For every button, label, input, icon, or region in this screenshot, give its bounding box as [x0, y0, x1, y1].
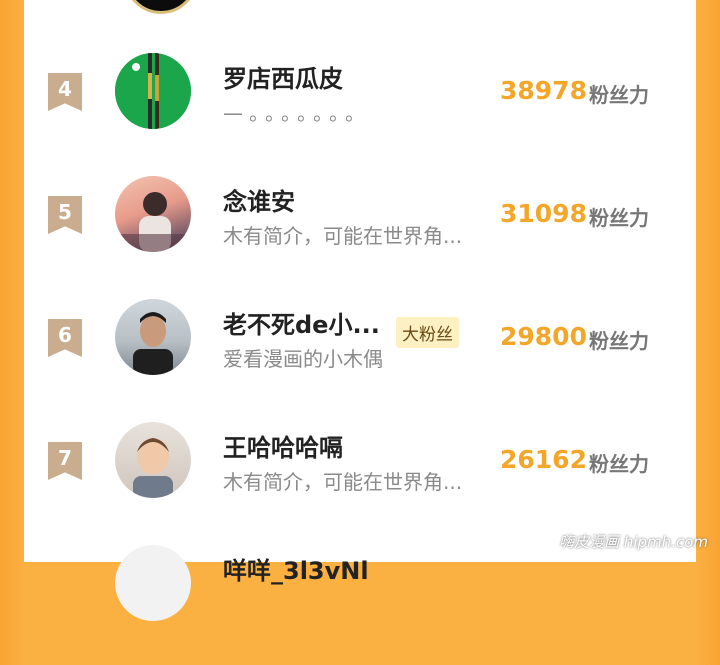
user-description: 木有简介，可能在世界角... — [223, 470, 463, 494]
user-name[interactable]: 念谁安 — [223, 182, 295, 217]
fan-power-unit: 粉丝力 — [589, 83, 649, 107]
avatar[interactable] — [115, 299, 191, 375]
fan-power-score: 29800 — [500, 322, 587, 351]
watermark: 嗨皮漫画 hipmh.com — [559, 533, 708, 551]
fan-power-score: 31098 — [500, 199, 587, 228]
user-name[interactable]: 咩咩_3l3vNl — [223, 551, 369, 586]
snooker-cue-icon — [115, 53, 191, 129]
rank-badge: 6 — [48, 319, 82, 357]
user-name[interactable]: 老不死de小... — [223, 305, 380, 340]
avatar[interactable] — [115, 53, 191, 129]
fans-ranking-panel: 4 罗店西瓜皮 —。。。。。。。 38978 粉丝力 5 念谁安 木有简介，可能… — [24, 0, 696, 621]
fan-power-unit: 粉丝力 — [589, 452, 649, 476]
user-description: 木有简介，可能在世界角... — [223, 224, 463, 248]
baby-photo-icon — [133, 438, 173, 498]
list-item[interactable]: 7 王哈哈哈嗝 木有简介，可能在世界角... 26162 粉丝力 — [24, 422, 696, 542]
avatar[interactable] — [115, 545, 191, 621]
rank-badge: 5 — [48, 196, 82, 234]
avatar[interactable] — [115, 176, 191, 252]
fan-power-unit: 粉丝力 — [589, 206, 649, 230]
list-item[interactable]: 咩咩_3l3vNl — [24, 545, 696, 665]
man-photo-icon — [133, 312, 173, 375]
user-description: —。。。。。。。 — [223, 101, 371, 125]
avatar[interactable] — [124, 0, 198, 14]
fan-power-unit: 粉丝力 — [589, 329, 649, 353]
user-description: 爱看漫画的小木偶 — [223, 347, 383, 371]
fan-power-score: 38978 — [500, 76, 587, 105]
list-item[interactable]: 5 念谁安 木有简介，可能在世界角... 31098 粉丝力 — [24, 176, 696, 296]
rank-badge: 7 — [48, 442, 82, 480]
list-item[interactable]: 6 老不死de小... 大粉丝 爱看漫画的小木偶 29800 粉丝力 — [24, 299, 696, 419]
list-item[interactable]: 4 罗店西瓜皮 —。。。。。。。 38978 粉丝力 — [24, 53, 696, 173]
user-name[interactable]: 罗店西瓜皮 — [223, 59, 343, 94]
fan-power-score: 26162 — [500, 445, 587, 474]
avatar[interactable] — [115, 422, 191, 498]
big-fan-badge: 大粉丝 — [396, 317, 459, 348]
anime-boy-icon — [115, 192, 191, 252]
rank-badge: 4 — [48, 73, 82, 111]
user-name[interactable]: 王哈哈哈嗝 — [223, 428, 343, 463]
